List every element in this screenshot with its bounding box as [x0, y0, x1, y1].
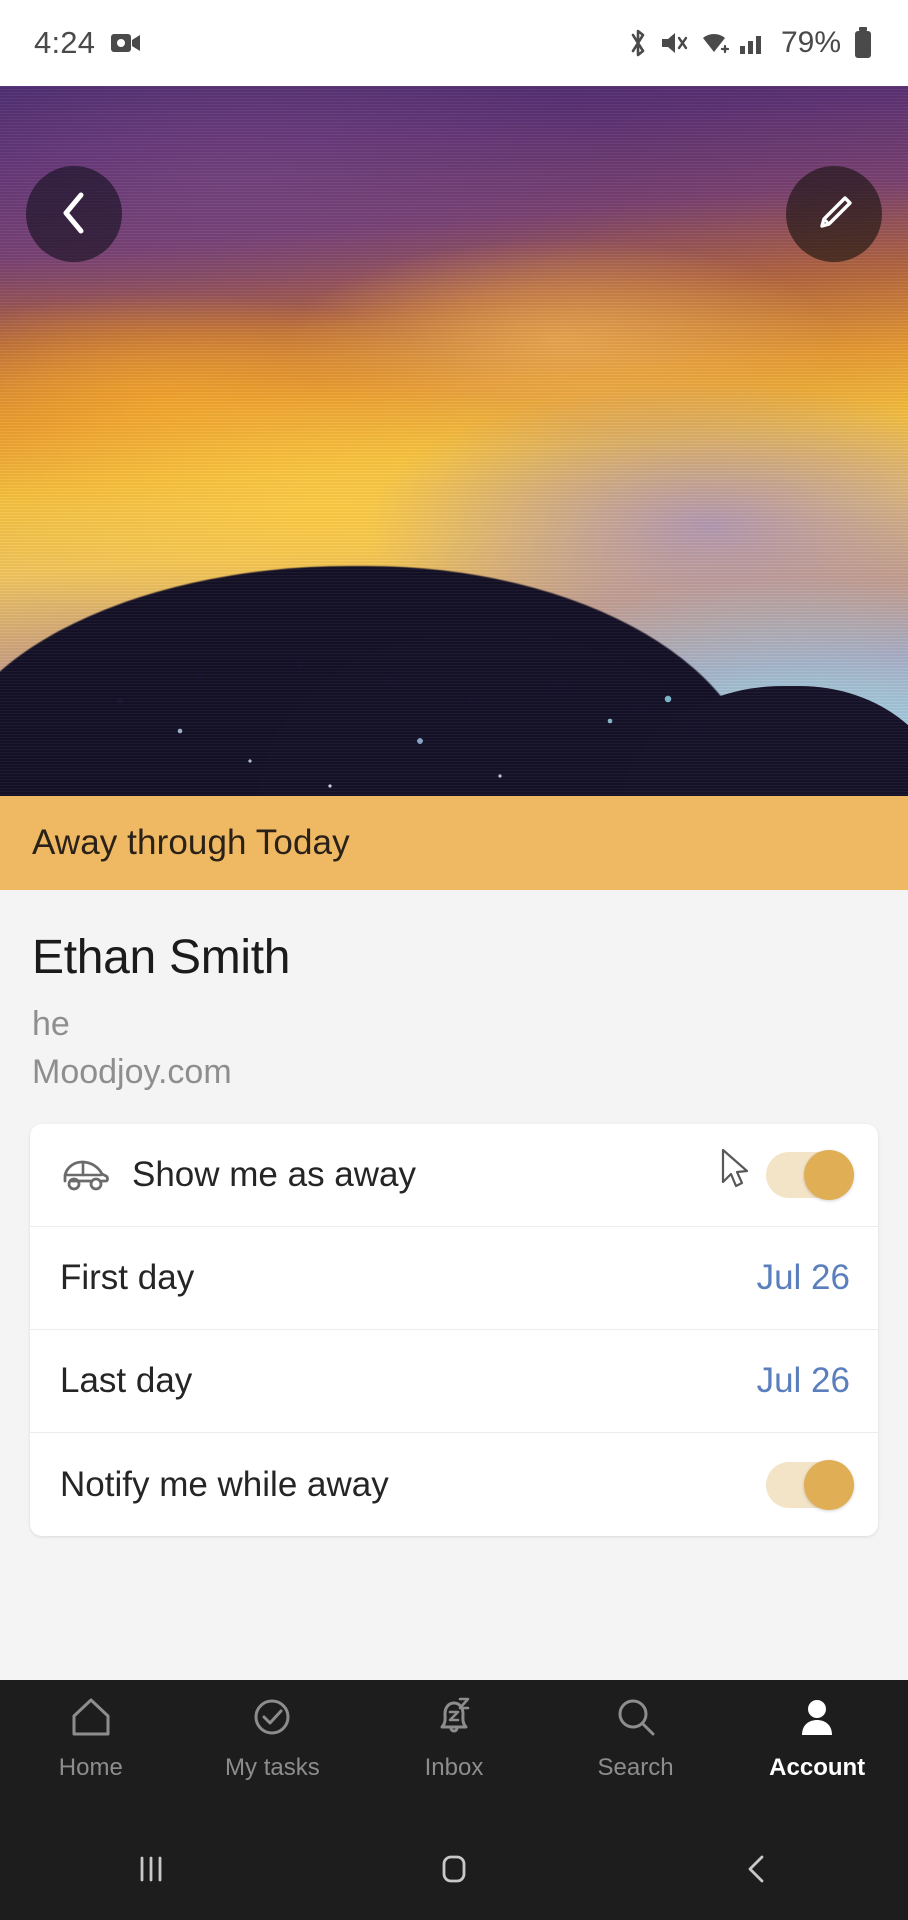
nav-item-inbox[interactable]: Inbox — [363, 1694, 545, 1782]
battery-percent-label: 79% — [780, 26, 841, 59]
pencil-icon — [812, 191, 856, 238]
nav-label: My tasks — [225, 1754, 320, 1781]
mouse-cursor-icon — [720, 1148, 754, 1194]
profile-name: Ethan Smith — [32, 931, 291, 984]
chevron-left-icon — [736, 1848, 778, 1893]
mute-icon — [659, 27, 689, 59]
screen-recorder-icon — [111, 32, 141, 54]
phone-screen: 4:24 79% Away through Today Ethan Smith … — [0, 0, 908, 1920]
profile-cover-photo — [0, 86, 908, 796]
status-bar-right: 79% — [626, 26, 874, 60]
android-system-navigation — [0, 1820, 908, 1920]
row-label: Last day — [60, 1361, 193, 1401]
status-time: 4:24 — [34, 25, 96, 60]
nav-label: Inbox — [424, 1754, 484, 1781]
profile-website: Moodjoy.com — [32, 1053, 232, 1092]
away-settings-card: Show me as away First day Jul 26 Last da… — [30, 1124, 878, 1537]
away-status-banner: Away through Today — [0, 796, 908, 890]
bluetooth-icon — [626, 27, 650, 59]
row-label: First day — [60, 1258, 195, 1298]
wifi-icon — [698, 27, 730, 59]
back-button[interactable] — [26, 166, 122, 262]
nav-item-my-tasks[interactable]: My tasks — [182, 1694, 364, 1782]
person-icon — [794, 1694, 840, 1743]
toggle-knob — [804, 1459, 854, 1510]
row-label: Show me as away — [132, 1155, 417, 1195]
system-back-button[interactable] — [605, 1848, 908, 1893]
battery-icon — [852, 26, 874, 60]
nav-item-home[interactable]: Home — [0, 1694, 182, 1782]
profile-info: Ethan Smith he Moodjoy.com — [0, 890, 908, 1097]
bell-snooze-icon — [431, 1694, 477, 1743]
nav-label: Account — [769, 1754, 866, 1781]
last-day-value[interactable]: Jul 26 — [757, 1361, 850, 1401]
edit-profile-button[interactable] — [786, 166, 882, 262]
home-square-icon — [433, 1848, 475, 1893]
settings-card-wrapper: Show me as away First day Jul 26 Last da… — [0, 1096, 908, 1680]
system-home-button[interactable] — [303, 1848, 606, 1893]
toggle-knob — [804, 1150, 854, 1201]
nav-item-search[interactable]: Search — [545, 1694, 727, 1782]
row-show-me-as-away[interactable]: Show me as away — [30, 1124, 878, 1228]
bottom-navigation-bar: Home My tasks Inbox Search Account — [0, 1680, 908, 1820]
status-bar: 4:24 79% — [0, 0, 908, 86]
nav-label: Home — [58, 1754, 123, 1781]
toggle-show-me-as-away[interactable] — [766, 1150, 854, 1201]
status-bar-left: 4:24 — [34, 25, 141, 61]
row-notify-me-while-away[interactable]: Notify me while away — [30, 1433, 878, 1536]
row-first-day[interactable]: First day Jul 26 — [30, 1227, 878, 1331]
check-circle-icon — [249, 1694, 295, 1743]
away-banner-label: Away through Today — [32, 823, 350, 862]
recents-icon — [130, 1848, 172, 1893]
car-icon — [60, 1154, 112, 1196]
home-icon — [68, 1694, 114, 1743]
first-day-value[interactable]: Jul 26 — [757, 1258, 850, 1298]
row-last-day[interactable]: Last day Jul 26 — [30, 1330, 878, 1434]
nav-item-account[interactable]: Account — [726, 1694, 908, 1782]
profile-pronouns: he — [32, 1004, 70, 1043]
nav-label: Search — [597, 1754, 674, 1781]
row-label: Notify me while away — [60, 1464, 389, 1504]
chevron-left-icon — [57, 189, 91, 240]
cellular-signal-icon — [739, 27, 765, 59]
search-icon — [613, 1694, 659, 1743]
toggle-notify-me-while-away[interactable] — [766, 1459, 854, 1510]
system-recents-button[interactable] — [0, 1848, 303, 1893]
